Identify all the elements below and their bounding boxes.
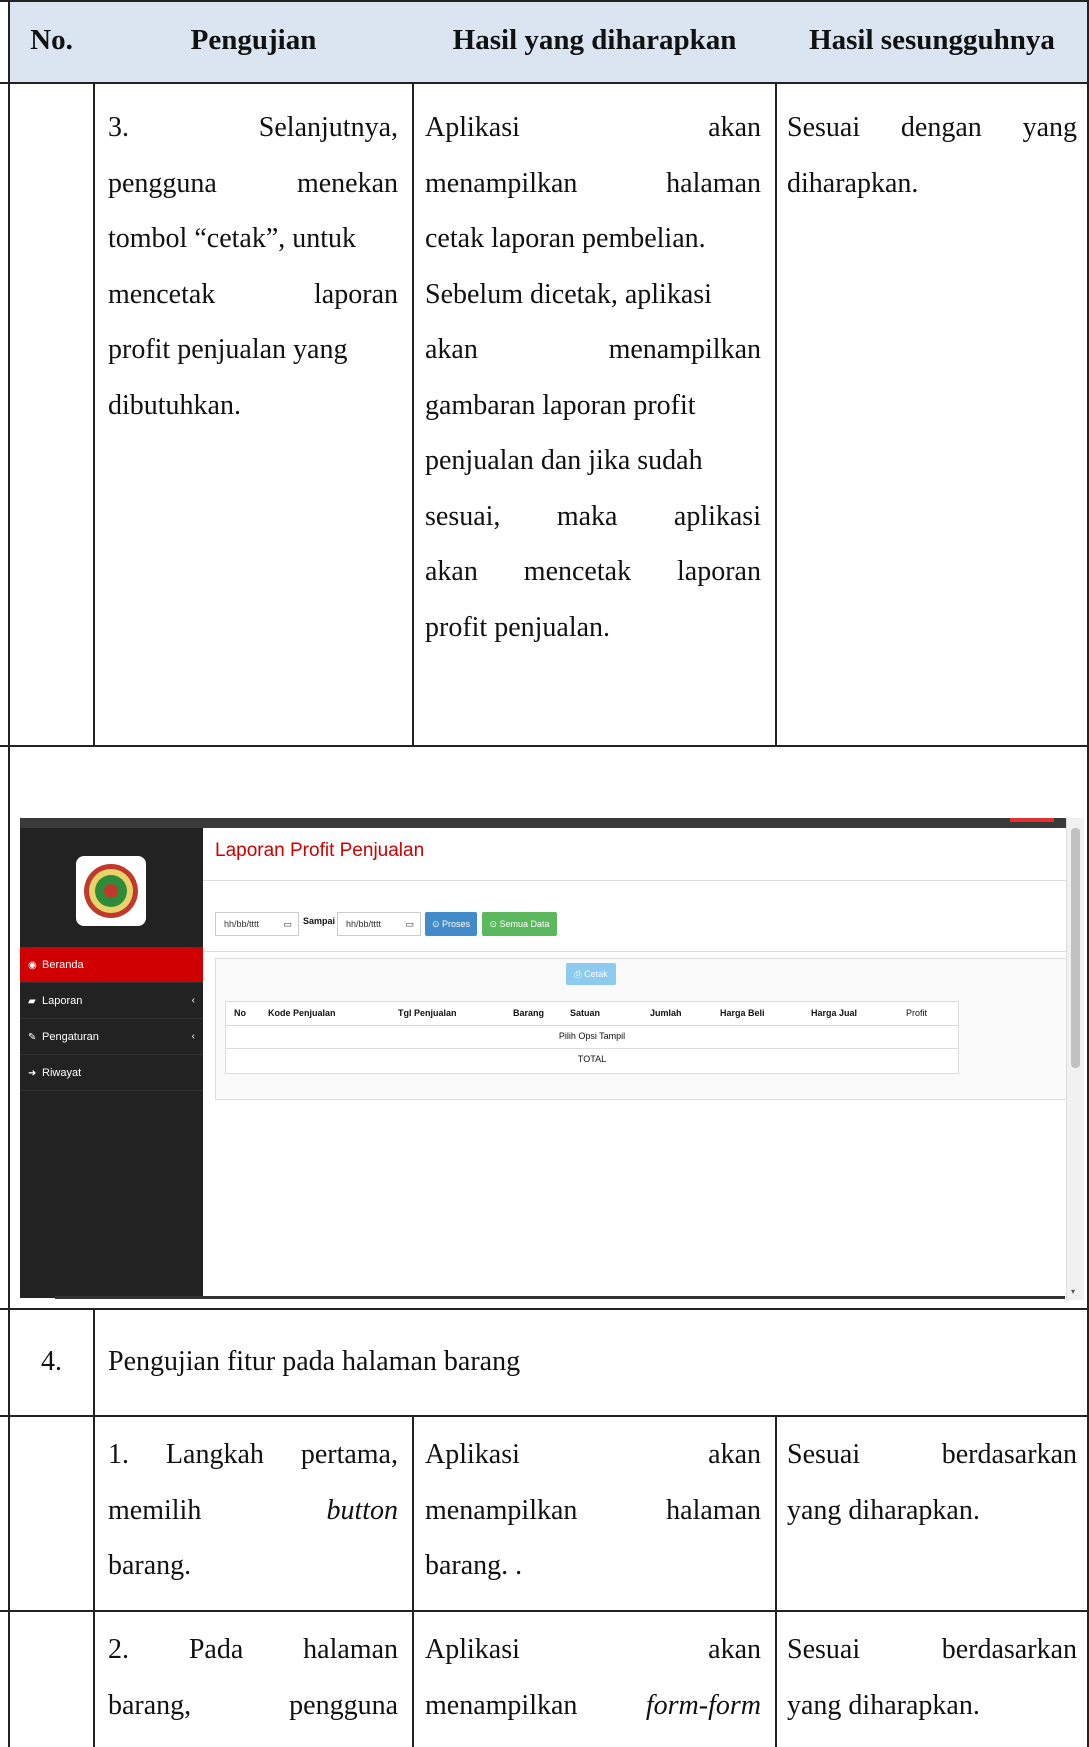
wrench-icon: ✎ (28, 1032, 37, 1043)
title-divider (203, 880, 1066, 881)
header-hasil-sesungguhnya: Hasil sesungguhnya (809, 24, 1055, 56)
row-b-harapan: Aplikasi akan menampilkan halaman barang. … (425, 1439, 761, 1581)
header-hasil-harapan: Hasil yang diharapkan (452, 24, 737, 56)
nav-riwayat[interactable]: ➜ Riwayat (20, 1055, 203, 1091)
row-4-title: Pengujian fitur pada halaman barang (108, 1346, 521, 1377)
arrow-right-icon: ➜ (28, 1068, 37, 1079)
nav-pengaturan[interactable]: ✎ Pengaturan ‹ (20, 1019, 203, 1055)
row-a-hasil: Sesuai dengan yang diharapkan. (787, 112, 1077, 199)
col-barang: Barang (513, 1008, 545, 1018)
start-date-input[interactable]: hh/bb/tttt ▭ (215, 912, 299, 936)
table-row: TOTAL (577, 1054, 607, 1064)
logo-emblem-icon (84, 864, 138, 918)
col-harga-beli: Harga Beli (720, 1008, 765, 1018)
scroll-down-icon[interactable]: ▾ (1071, 1287, 1075, 1296)
print-icon: ⎙ (574, 969, 582, 979)
scrollbar-thumb[interactable] (1071, 828, 1080, 1068)
nav-beranda[interactable]: ◉ Beranda (20, 947, 203, 983)
col-kode: Kode Penjualan (268, 1008, 336, 1018)
page-title: Laporan Profit Penjualan (215, 840, 425, 861)
filter-divider (203, 951, 1066, 952)
chevron-left-icon: ‹ (191, 995, 195, 1006)
row-b-pengujian: 1. Langkah pertama, memilih button barang. (108, 1439, 398, 1581)
chevron-left-icon: ‹ (191, 1031, 195, 1042)
table-row: Pilih Opsi Tampil (226, 1025, 958, 1049)
semua-data-button[interactable]: ⊙ Semua Data (482, 912, 557, 936)
top-bar-accent (1010, 818, 1054, 822)
row-c-harapan: Aplikasi akan menampilkan form-form (425, 1634, 761, 1721)
bottom-bar (55, 1296, 1065, 1299)
row-c-pengujian: 2. Pada halaman barang, pengguna (108, 1634, 398, 1721)
gear-icon: ⊙ (431, 919, 440, 929)
row-c-hasil: Sesuai berdasarkan yang diharapkan. (787, 1634, 1077, 1721)
col-satuan: Satuan (570, 1008, 601, 1018)
col-profit: Profit (906, 1008, 928, 1018)
col-no: No (234, 1008, 246, 1018)
cetak-button[interactable]: ⎙ Cetak (566, 963, 616, 985)
logo (76, 856, 146, 926)
row-4-no: 4. (41, 1346, 62, 1377)
row-a-harapan: Aplikasi akan menampilkan halaman cetak la… (425, 112, 761, 643)
calendar-icon: ▭ (405, 919, 414, 929)
report-screenshot: ◉ Beranda ▰ Laporan ‹ ✎ Pengaturan ‹ ➜ Riwayat… (20, 818, 1084, 1300)
table-header-row: No Kode Penjualan Tgl Penjualan Barang S… (226, 1002, 958, 1026)
top-bar (20, 818, 1066, 828)
sidebar: ◉ Beranda ▰ Laporan ‹ ✎ Pengaturan ‹ ➜ Riwayat (20, 828, 203, 1298)
header-no: No. (30, 24, 73, 56)
header-pengujian: Pengujian (190, 24, 317, 56)
col-jumlah: Jumlah (650, 1008, 682, 1018)
row-b-hasil: Sesuai berdasarkan yang diharapkan. (787, 1439, 1077, 1526)
row-a-pengujian: 3. Selanjutnya, pengguna menekan tombol “c… (108, 112, 398, 421)
col-tgl: Tgl Penjualan (398, 1008, 457, 1018)
end-date-input[interactable]: hh/bb/tttt ▭ (337, 912, 421, 936)
sampai-label: Sampai (303, 916, 336, 926)
dashboard-icon: ◉ (28, 960, 37, 971)
calendar-icon: ▭ (283, 919, 292, 929)
nav-laporan[interactable]: ▰ Laporan ‹ (20, 983, 203, 1019)
scrollbar[interactable]: ▾ (1066, 818, 1084, 1300)
gear-icon: ⊙ (489, 919, 497, 929)
report-table: No Kode Penjualan Tgl Penjualan Barang S… (225, 1001, 959, 1074)
col-harga-jual: Harga Jual (811, 1008, 858, 1018)
proses-button[interactable]: ⊙ Proses (425, 912, 477, 936)
book-icon: ▰ (28, 996, 36, 1007)
